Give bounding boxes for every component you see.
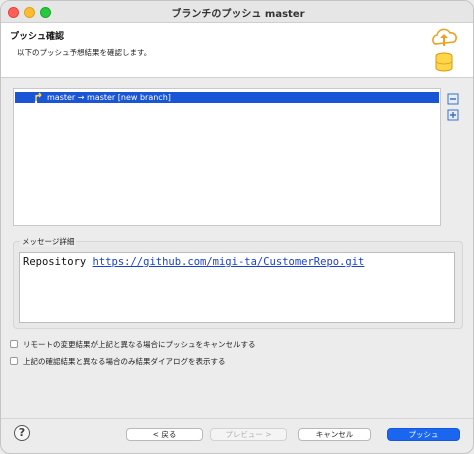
show-only-if-different-label: 上記の確認結果と異なる場合のみ結果ダイアログを表示する [23, 357, 226, 366]
wizard-banner: プッシュ確認 以下のプッシュ予想結果を確認します。 [1, 23, 473, 78]
dialog-window: ブランチのプッシュ master プッシュ確認 以下のプッシュ予想結果を確認しま… [0, 0, 474, 454]
message-details-label: メッセージ詳細 [20, 236, 77, 247]
collapse-all-icon[interactable] [447, 93, 459, 105]
cancel-if-changed-checkbox[interactable] [10, 340, 18, 348]
message-prefix: Repository [23, 256, 93, 268]
preview-button[interactable]: プレビュー > [210, 428, 287, 441]
push-result-tree[interactable]: master → master [new branch] [13, 88, 441, 226]
tree-row[interactable]: master → master [new branch] [15, 92, 439, 103]
push-branch-icon [34, 92, 42, 103]
page-title: プッシュ確認 [10, 32, 65, 42]
cloud-upload-database-icon [432, 28, 457, 72]
message-line: Repository https://github.com/migi-ta/Cu… [23, 256, 364, 268]
show-only-if-different-checkbox[interactable] [10, 357, 18, 365]
message-details-text[interactable]: Repository https://github.com/migi-ta/Cu… [19, 252, 455, 323]
page-description: 以下のプッシュ予想結果を確認します。 [17, 48, 152, 57]
back-button[interactable]: < 戻る [126, 428, 203, 441]
expand-all-icon[interactable] [447, 109, 459, 121]
cancel-if-changed-label: リモートの変更結果が上記と異なる場合にプッシュをキャンセルする [23, 340, 256, 349]
tree-row-label: master → master [new branch] [47, 93, 171, 102]
window-title: ブランチのプッシュ master [171, 9, 305, 20]
footer-divider [1, 418, 473, 419]
help-icon[interactable]: ? [14, 425, 30, 441]
push-button[interactable]: プッシュ [387, 428, 460, 441]
title-bar: ブランチのプッシュ master [1, 1, 473, 23]
repository-link[interactable]: https://github.com/migi-ta/CustomerRepo.… [93, 256, 365, 268]
cancel-button[interactable]: キャンセル [298, 428, 371, 441]
